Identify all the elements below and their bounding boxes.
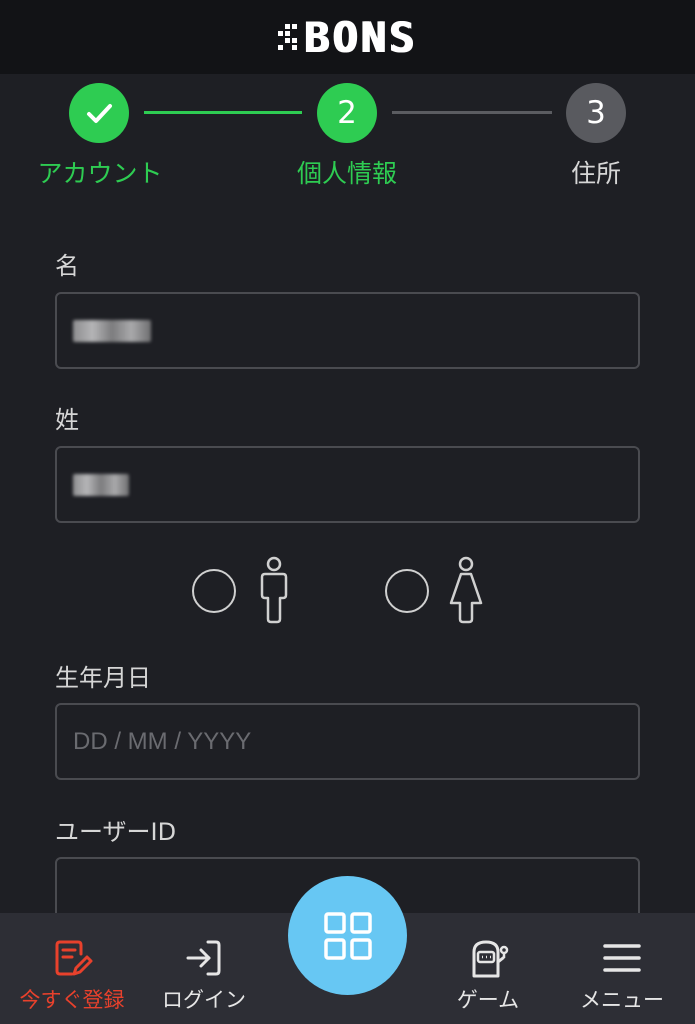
last-name-label: 姓 — [55, 406, 79, 434]
step-2-circle: 2 — [317, 83, 377, 143]
gender-male-radio[interactable] — [192, 569, 236, 613]
first-name-label: 名 — [55, 252, 79, 280]
login-icon — [186, 940, 221, 976]
nav-games-button[interactable]: ゲーム — [440, 913, 536, 1024]
edit-document-icon — [55, 940, 93, 976]
slot-machine-icon — [472, 940, 509, 978]
gender-selector — [0, 555, 695, 625]
step-1-label: アカウント — [37, 159, 163, 188]
nav-login-label: ログイン — [162, 988, 246, 1012]
center-grid-button[interactable] — [288, 876, 407, 995]
logo-text: BONS — [303, 12, 417, 62]
step-1-circle — [69, 83, 129, 143]
nav-games-label: ゲーム — [456, 988, 520, 1012]
grid-icon — [323, 911, 372, 960]
hamburger-menu-icon — [603, 944, 641, 972]
logo-pixel-mark — [278, 24, 298, 50]
first-name-field[interactable] — [55, 292, 640, 369]
birthdate-input[interactable] — [73, 727, 638, 756]
nav-register-label: 今すぐ登録 — [19, 988, 125, 1012]
nav-login-button[interactable]: ログイン — [150, 913, 258, 1024]
birthdate-label: 生年月日 — [55, 664, 151, 692]
top-bar: BONS — [0, 0, 695, 74]
nav-menu-button[interactable]: メニュー — [570, 913, 674, 1024]
user-id-label: ユーザーID — [55, 818, 177, 846]
step-connector-2 — [392, 111, 552, 114]
checkmark-icon — [87, 104, 112, 123]
brand-logo[interactable]: BONS — [278, 13, 416, 62]
step-3-label: 住所 — [570, 159, 621, 188]
step-3-circle: 3 — [566, 83, 626, 143]
nav-menu-label: メニュー — [580, 988, 664, 1012]
last-name-value-redacted — [73, 473, 129, 496]
first-name-value-redacted — [73, 319, 151, 342]
step-2-label: 個人情報 — [296, 159, 397, 188]
male-icon — [260, 556, 288, 624]
nav-register-button[interactable]: 今すぐ登録 — [8, 913, 136, 1024]
last-name-field[interactable] — [55, 446, 640, 523]
step-connector-1 — [144, 111, 302, 114]
female-icon — [449, 556, 483, 624]
gender-female-radio[interactable] — [385, 569, 429, 613]
birthdate-field[interactable] — [55, 703, 640, 780]
registration-stepper: アカウント 2 個人情報 3 住所 — [0, 74, 695, 204]
